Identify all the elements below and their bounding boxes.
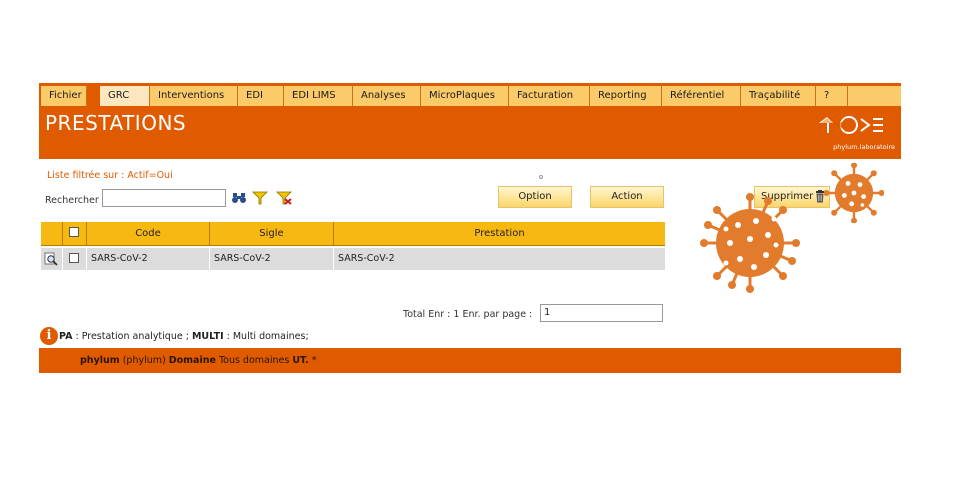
option-button[interactable]: Option [498,186,572,208]
column-sigle[interactable]: Sigle [210,222,334,246]
legend-bar: i PA : Prestation analytique ; MULTI : M… [39,326,901,348]
virus-image-small [824,163,884,223]
filter-icon[interactable] [252,191,268,205]
row-select-cell[interactable] [63,248,87,270]
column-prestation[interactable]: Prestation [334,222,665,246]
search-input[interactable] [102,189,226,207]
app-window: Fichier GRC Interventions EDI EDI LIMS A… [39,83,901,373]
legend-multi-text: : Multi domaines; [223,331,309,342]
legend-pa-text: : Prestation analytique ; [72,331,192,342]
info-icon: i [40,327,58,345]
main-content: Liste filtrée sur : Actif=Oui Rechercher… [39,159,901,347]
header-view-cell [41,222,63,246]
table-row[interactable]: SARS-CoV-2 SARS-CoV-2 SARS-CoV-2 [41,248,665,270]
filter-status: Liste filtrée sur : Actif=Oui [47,170,173,181]
logo-icon [819,116,883,134]
view-icon[interactable] [44,252,58,266]
table-header: Code Sigle Prestation [41,222,665,246]
footer-ut-label: UT. [292,355,309,366]
menu-referentiel[interactable]: Référentiel [662,86,741,106]
footer-user: phylum [80,355,120,366]
menu-facturation[interactable]: Facturation [509,86,590,106]
footer-text: phylum (phylum) Domaine Tous domaines UT… [80,355,316,366]
legend-pa-key: PA [59,331,73,342]
cell-code: SARS-CoV-2 [87,248,210,270]
legend-text: PA : Prestation analytique ; MULTI : Mul… [59,331,309,342]
footer-user-paren: (phylum) [119,355,169,366]
action-button[interactable]: Action [590,186,664,208]
menu-filler [848,86,901,106]
menu-edi[interactable]: EDI [238,86,284,106]
menu-analyses[interactable]: Analyses [353,86,421,106]
legend-multi-key: MULTI [191,331,224,342]
logo-text: phylum.laboratoire [833,143,895,151]
phylum-logo: phylum.laboratoire [815,111,895,155]
status-footer: phylum (phylum) Domaine Tous domaines UT… [39,348,901,373]
menu-interventions[interactable]: Interventions [150,86,238,106]
clear-filter-icon[interactable] [276,191,292,205]
cell-sigle: SARS-CoV-2 [210,248,334,270]
row-checkbox[interactable] [69,253,79,263]
page-header: PRESTATIONS phylum.laboratoire [39,107,901,159]
column-code[interactable]: Code [87,222,210,246]
total-records-label: Total Enr : 1 Enr. par page : [403,309,533,320]
cell-prestation: SARS-CoV-2 [338,253,395,264]
footer-domain-label: Domaine [168,355,216,366]
menu-bar: Fichier GRC Interventions EDI EDI LIMS A… [39,83,901,107]
select-all-checkbox[interactable] [69,227,79,237]
menu-reporting[interactable]: Reporting [590,86,662,106]
footer-ut-value: * [308,355,317,366]
records-per-page-input[interactable]: 1 [540,304,663,322]
loading-dot [539,175,543,179]
menu-microplaques[interactable]: MicroPlaques [421,86,509,106]
page-title: PRESTATIONS [45,111,187,135]
binoculars-icon[interactable] [231,191,247,205]
menu-tracabilite[interactable]: Traçabilité [741,86,816,106]
footer-domain-value: Tous domaines [215,355,293,366]
menu-edi-lims[interactable]: EDI LIMS [284,86,353,106]
header-select-all[interactable] [63,222,87,246]
menu-fichier[interactable]: Fichier [41,86,87,106]
row-view-cell[interactable] [41,248,63,270]
menu-help[interactable]: ? [816,86,848,106]
menu-grc[interactable]: GRC [100,86,150,106]
search-label: Rechercher [45,195,99,206]
virus-image-large [700,193,800,293]
